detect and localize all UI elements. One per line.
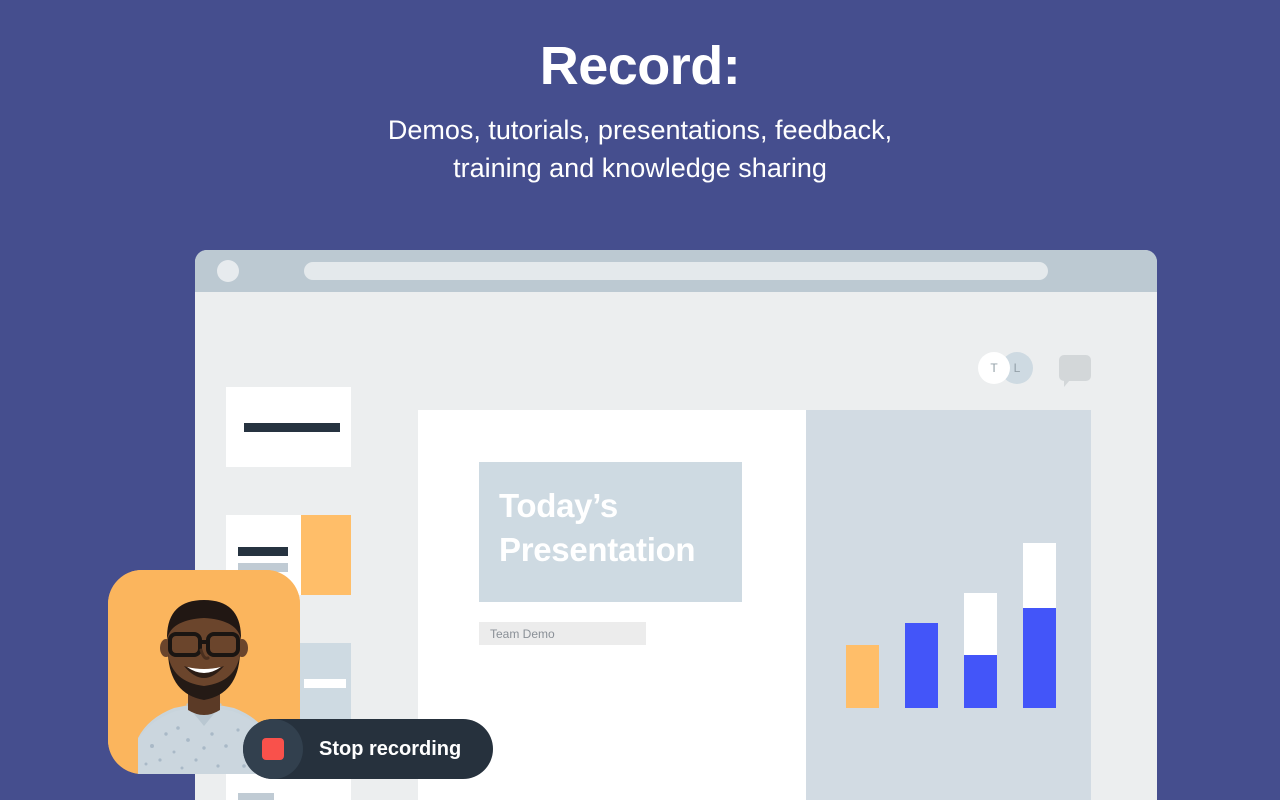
slide-title-line-2: Presentation xyxy=(499,531,696,569)
thumbnail-accent-block xyxy=(301,515,351,595)
bar-segment-base xyxy=(964,655,997,708)
slide-subtitle: Team Demo xyxy=(490,626,555,641)
slide-title-line-1: Today’s xyxy=(499,487,618,524)
bar-column-2 xyxy=(905,623,938,708)
bar-chart xyxy=(846,543,1056,708)
bar-column-4 xyxy=(1023,543,1056,708)
avatar-initial: L xyxy=(1013,361,1021,375)
bar-segment-cap xyxy=(964,593,997,655)
stop-square-glyph xyxy=(262,738,284,760)
stop-recording-label: Stop recording xyxy=(319,737,462,760)
bar-column-3 xyxy=(964,593,997,708)
thumbnail-bar xyxy=(238,793,274,800)
address-bar[interactable] xyxy=(304,262,1048,280)
stop-square-icon[interactable] xyxy=(243,719,303,779)
thumbnail-bar xyxy=(244,423,340,432)
stop-recording-button[interactable]: Stop recording xyxy=(243,719,494,779)
slide-thumbnail-1[interactable] xyxy=(226,387,351,467)
bar-segment-base xyxy=(846,645,879,708)
thumbnail-content xyxy=(226,387,351,467)
thumbnail-bar xyxy=(238,547,288,556)
page-subtitle: Demos, tutorials, presentations, feedbac… xyxy=(0,111,1280,188)
slide-subtitle-field[interactable]: Team Demo xyxy=(479,622,646,645)
browser-window: T L Today’s Presentation Team Demo xyxy=(195,250,1157,800)
page-title: Record: xyxy=(539,36,741,96)
avatar-t[interactable]: T xyxy=(978,352,1010,384)
chart-panel xyxy=(806,410,1091,800)
hero-section: Record: Demos, tutorials, presentations,… xyxy=(0,0,1280,187)
bar-segment-base xyxy=(905,623,938,708)
bar-segment-base xyxy=(1023,608,1056,708)
avatar-initial: T xyxy=(990,361,998,375)
slide-title: Today’s Presentation xyxy=(499,484,722,572)
thumbnail-bar xyxy=(304,679,346,688)
bar-column-1 xyxy=(846,645,879,708)
page-subtitle-line-1: Demos, tutorials, presentations, feedbac… xyxy=(387,114,893,145)
slide-title-block: Today’s Presentation xyxy=(479,462,742,602)
window-dot-icon[interactable] xyxy=(217,260,239,282)
page-subtitle-line-2: training and knowledge sharing xyxy=(453,153,827,184)
app-topbar: T L xyxy=(978,352,1091,387)
browser-titlebar xyxy=(195,250,1157,292)
chat-bubble-icon[interactable] xyxy=(1059,355,1091,387)
bar-segment-cap xyxy=(1023,543,1056,608)
